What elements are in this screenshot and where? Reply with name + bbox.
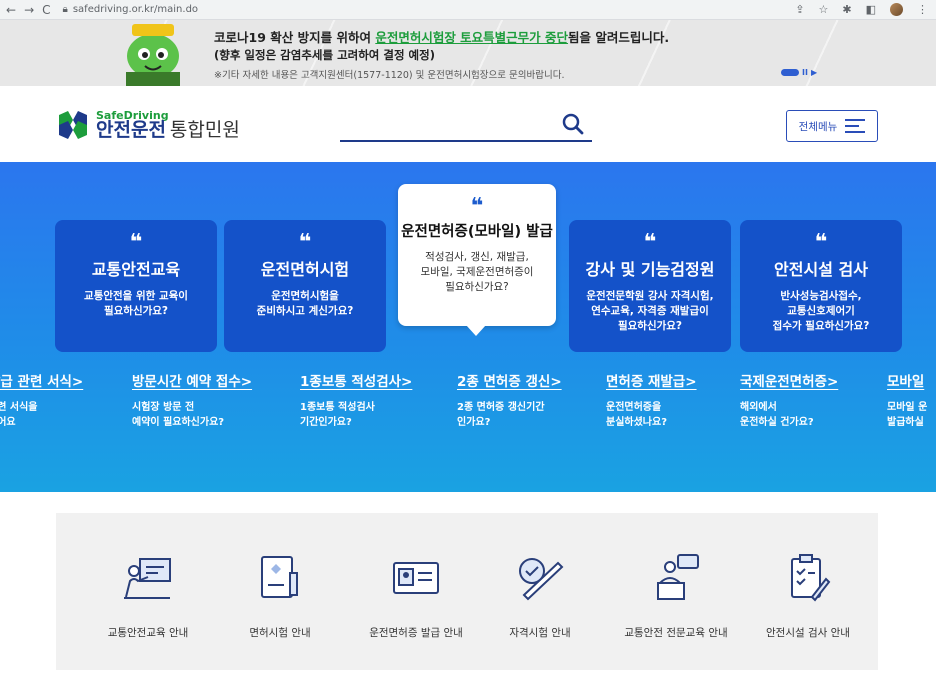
sub-link-aptitude-test[interactable]: 1종보통 적성검사> 1종보통 적성검사 기간인가요? bbox=[300, 370, 412, 430]
search-input[interactable] bbox=[340, 110, 555, 138]
sub-link-reissue[interactable]: 면허증 재발급> 운전면허증을 분실하셨나요? bbox=[606, 370, 697, 430]
profile-avatar[interactable] bbox=[890, 3, 903, 16]
exam-document-icon bbox=[261, 556, 298, 598]
quote-icon: ❝ bbox=[643, 230, 657, 255]
extensions-icon[interactable]: ✱ bbox=[842, 3, 851, 16]
certification-pen-icon bbox=[519, 558, 564, 601]
quote-icon: ❝ bbox=[129, 230, 143, 255]
quick-link-exam[interactable]: 면허시험 안내 bbox=[210, 553, 350, 640]
notice-highlight-link[interactable]: 운전면허시험장 토요특별근무가 중단 bbox=[375, 30, 568, 45]
notice-line-3: ※기타 자세한 내용은 고객지원센터(1577-1120) 및 운전면허시험장으… bbox=[214, 70, 565, 81]
license-card-icon bbox=[393, 562, 439, 594]
quote-icon: ❝ bbox=[814, 230, 828, 255]
hero-section: ❝ 교통안전교육 교통안전을 위한 교육이 필요하신가요? ❝ 운전면허시험 운전… bbox=[0, 162, 936, 492]
sub-link-visit-reservation[interactable]: 방문시간 예약 접수> 시험장 방문 전 예약이 필요하신가요? bbox=[132, 370, 252, 430]
card-title: 강사 및 기능검정원 bbox=[585, 260, 715, 279]
browser-toolbar: ← → C 🔒︎ safedriving.or.kr/main.do ⇪ ☆ ✱… bbox=[0, 0, 936, 20]
quick-links: 교통안전교육 안내 면허시험 안내 운전면허증 발급 안내 자격시험 안내 교통… bbox=[56, 513, 878, 670]
forward-icon[interactable]: → bbox=[24, 3, 34, 17]
sub-link-mobile-license[interactable]: 모바일 모바일 운 발급하실 bbox=[887, 370, 927, 430]
search-box bbox=[340, 110, 592, 142]
logo-title-1: 안전운전 bbox=[96, 119, 166, 141]
card-instructor-examiner[interactable]: ❝ 강사 및 기능검정원 운전전문학원 강사 자격시험, 연수교육, 자격증 재발… bbox=[569, 220, 731, 352]
card-title: 운전면허시험 bbox=[260, 260, 350, 279]
quick-link-facility-inspection[interactable]: 안전시설 검사 안내 bbox=[738, 553, 878, 640]
checklist-icon bbox=[791, 554, 831, 602]
card-safety-facility-inspection[interactable]: ❝ 안전시설 검사 반사성능검사접수, 교통신호제어기 접수가 필요하신가요? bbox=[740, 220, 902, 352]
quick-link-license-issue[interactable]: 운전면허증 발급 안내 bbox=[346, 553, 486, 640]
sidepanel-icon[interactable]: ◧ bbox=[866, 3, 876, 16]
sub-link-international-license[interactable]: 국제운전면허증> 해외에서 운전하실 건가요? bbox=[740, 370, 838, 430]
logo-title-2: 통합민원 bbox=[169, 119, 240, 141]
mascot-character-icon bbox=[126, 24, 180, 86]
banner-controls[interactable]: II ▶ bbox=[781, 68, 817, 77]
pause-icon[interactable]: II bbox=[802, 68, 808, 77]
quick-link-label: 자격시험 안내 bbox=[509, 627, 571, 639]
hamburger-icon bbox=[845, 119, 866, 133]
share-icon[interactable]: ⇪ bbox=[795, 3, 804, 16]
card-title: 안전시설 검사 bbox=[774, 260, 868, 279]
quick-link-education[interactable]: 교통안전교육 안내 bbox=[78, 553, 218, 640]
lecture-icon bbox=[124, 558, 171, 599]
sub-link-license-renewal[interactable]: 2종 면허증 갱신> 2종 면허증 갱신기간 인가요? bbox=[457, 370, 562, 430]
search-icon[interactable] bbox=[562, 113, 584, 135]
quote-icon: ❝ bbox=[298, 230, 312, 255]
notice-banner: 코로나19 확산 방지를 위하여 운전면허시험장 토요특별근무가 중단됨을 알려… bbox=[0, 20, 936, 86]
sub-link-forms[interactable]: 발급 관련 서식> 관련 서식을있어요 bbox=[0, 370, 83, 430]
quick-link-certification[interactable]: 자격시험 안내 bbox=[470, 553, 610, 640]
banner-indicator[interactable] bbox=[781, 69, 799, 76]
notice-line-2: (향후 일정은 감염추세를 고려하여 결정 예정) bbox=[214, 48, 435, 62]
more-menu-icon[interactable]: ⋮ bbox=[917, 3, 928, 16]
notice-line-1[interactable]: 코로나19 확산 방지를 위하여 운전면허시험장 토요특별근무가 중단됨을 알려… bbox=[214, 27, 669, 46]
quick-link-label: 교통안전교육 안내 bbox=[107, 627, 189, 639]
card-license-exam[interactable]: ❝ 운전면허시험 운전면허시험을 준비하시고 계신가요? bbox=[224, 220, 386, 352]
quick-link-expert-education[interactable]: 교통안전 전문교육 안내 bbox=[606, 553, 746, 640]
quick-link-label: 안전시설 검사 안내 bbox=[766, 627, 850, 639]
all-menu-label: 전체메뉴 bbox=[798, 120, 838, 133]
play-icon[interactable]: ▶ bbox=[811, 68, 817, 77]
card-traffic-safety-education[interactable]: ❝ 교통안전교육 교통안전을 위한 교육이 필요하신가요? bbox=[55, 220, 217, 352]
bookmark-star-icon[interactable]: ☆ bbox=[819, 3, 829, 16]
speaker-podium-icon bbox=[657, 554, 699, 600]
quick-link-label: 면허시험 안내 bbox=[249, 627, 311, 639]
site-logo[interactable]: SafeDriving 안전운전 통합민원 bbox=[56, 108, 240, 142]
card-license-issue[interactable]: ❝ 운전면허증(모바일) 발급 적성검사, 갱신, 재발급, 모바일, 국제운전면… bbox=[398, 184, 556, 336]
logo-mark-icon bbox=[59, 111, 87, 139]
back-icon[interactable]: ← bbox=[6, 3, 16, 17]
quote-icon: ❝ bbox=[470, 194, 484, 219]
quick-link-label: 교통안전 전문교육 안내 bbox=[624, 627, 728, 639]
all-menu-button[interactable]: 전체메뉴 bbox=[786, 110, 878, 142]
address-bar[interactable]: 🔒︎ safedriving.or.kr/main.do bbox=[63, 4, 199, 15]
quick-link-label: 운전면허증 발급 안내 bbox=[369, 627, 463, 639]
reload-icon[interactable]: C bbox=[42, 3, 50, 17]
card-title: 교통안전교육 bbox=[91, 260, 181, 279]
card-title: 운전면허증(모바일) 발급 bbox=[401, 224, 553, 240]
url-text: safedriving.or.kr/main.do bbox=[72, 4, 199, 15]
lock-icon: 🔒︎ bbox=[62, 4, 68, 15]
